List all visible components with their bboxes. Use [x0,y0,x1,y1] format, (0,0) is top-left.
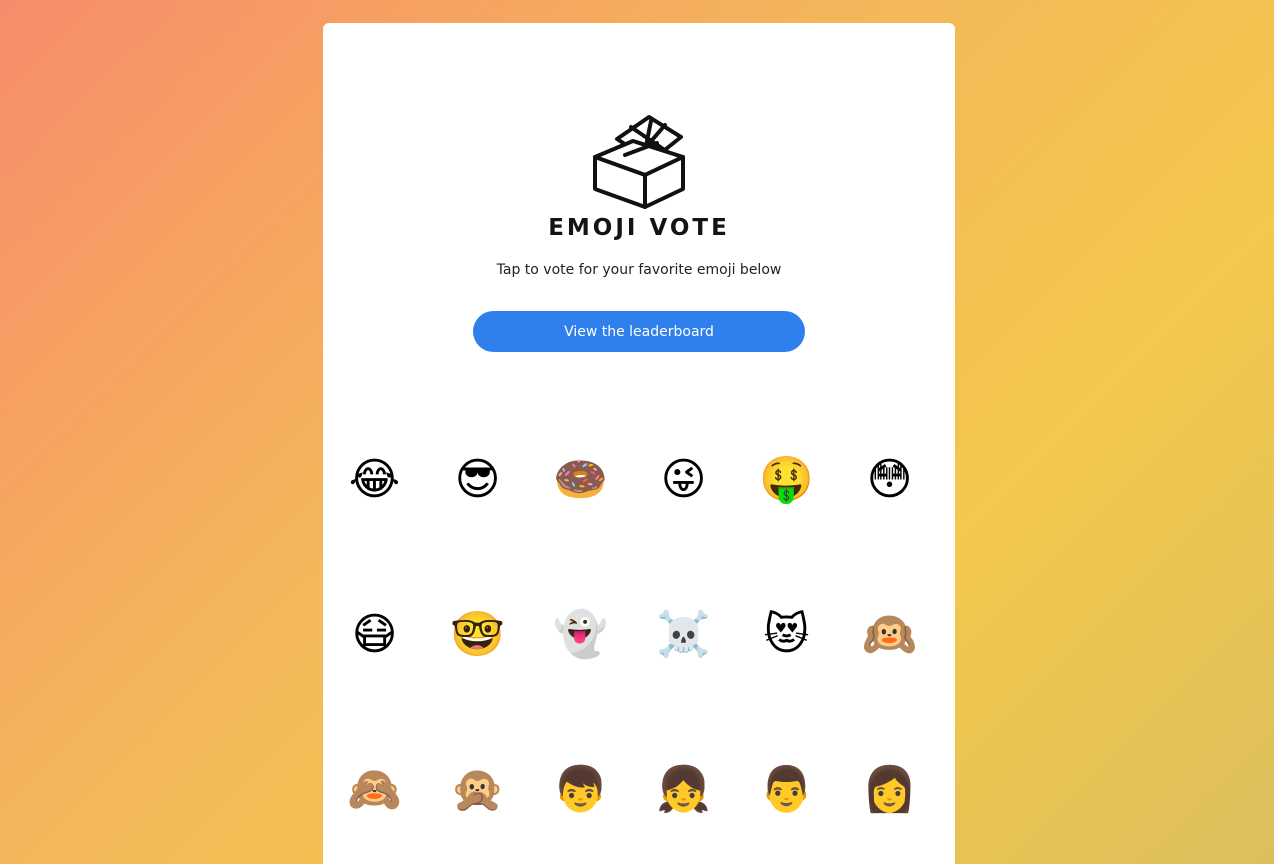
winking-face-with-tongue-icon: 😜 [660,453,707,505]
smiling-cat-with-heart-eyes-icon: 😻 [763,608,810,660]
emoji-vote-smiling-cat-with-heart-eyes[interactable]: 😻 [735,557,838,712]
man-icon: 👨 [759,763,814,815]
emoji-vote-money-mouth-face[interactable]: 🤑 [735,402,838,557]
emoji-vote-girl[interactable]: 👧 [632,712,735,864]
nerd-face-icon: 🤓 [450,608,505,660]
flushed-face-icon: 😳 [866,453,913,505]
emoji-vote-flushed-face[interactable]: 😳 [838,402,941,557]
doughnut-icon: 🍩 [553,453,608,505]
emoji-vote-nerd-face[interactable]: 🤓 [426,557,529,712]
see-no-evil-monkey-icon: 🙈 [347,763,402,815]
emoji-vote-skull-and-crossbones[interactable]: ☠️ [632,557,735,712]
hear-no-evil-monkey-icon: 🙉 [862,608,917,660]
vote-card: EMOJI VOTE Tap to vote for your favorite… [323,23,955,864]
emoji-vote-face-with-medical-mask[interactable]: 😷 [323,557,426,712]
emoji-vote-hear-no-evil-monkey[interactable]: 🙉 [838,557,941,712]
boy-icon: 👦 [553,763,608,815]
emoji-vote-winking-face-with-tongue[interactable]: 😜 [632,402,735,557]
speak-no-evil-monkey-icon: 🙊 [450,763,505,815]
face-with-tears-of-joy-icon: 😂 [348,453,401,505]
ghost-icon: 👻 [553,608,608,660]
face-with-medical-mask-icon: 😷 [351,608,398,660]
emoji-vote-ghost[interactable]: 👻 [529,557,632,712]
emoji-vote-see-no-evil-monkey[interactable]: 🙈 [323,712,426,864]
emoji-vote-smiling-face-with-sunglasses[interactable]: 😎 [426,402,529,557]
girl-icon: 👧 [656,763,711,815]
emoji-vote-face-with-tears-of-joy[interactable]: 😂 [323,402,426,557]
page-title: EMOJI VOTE [548,215,730,241]
emoji-vote-woman[interactable]: 👩 [838,712,941,864]
emoji-grid: 😂 😎 🍩 😜 🤑 😳 😷 🤓 👻 ☠️ 😻 🙉 🙈 🙊 👦 👧 👨 👩 [323,402,955,864]
emoji-vote-man[interactable]: 👨 [735,712,838,864]
woman-icon: 👩 [862,763,917,815]
emoji-vote-boy[interactable]: 👦 [529,712,632,864]
money-mouth-face-icon: 🤑 [759,453,814,505]
page-subtitle: Tap to vote for your favorite emoji belo… [496,262,782,278]
view-leaderboard-button[interactable]: View the leaderboard [473,311,805,352]
emoji-vote-speak-no-evil-monkey[interactable]: 🙊 [426,712,529,864]
skull-and-crossbones-icon: ☠️ [656,608,711,660]
ballot-box-icon [593,115,685,209]
smiling-face-with-sunglasses-icon: 😎 [454,453,501,505]
emoji-vote-doughnut[interactable]: 🍩 [529,402,632,557]
